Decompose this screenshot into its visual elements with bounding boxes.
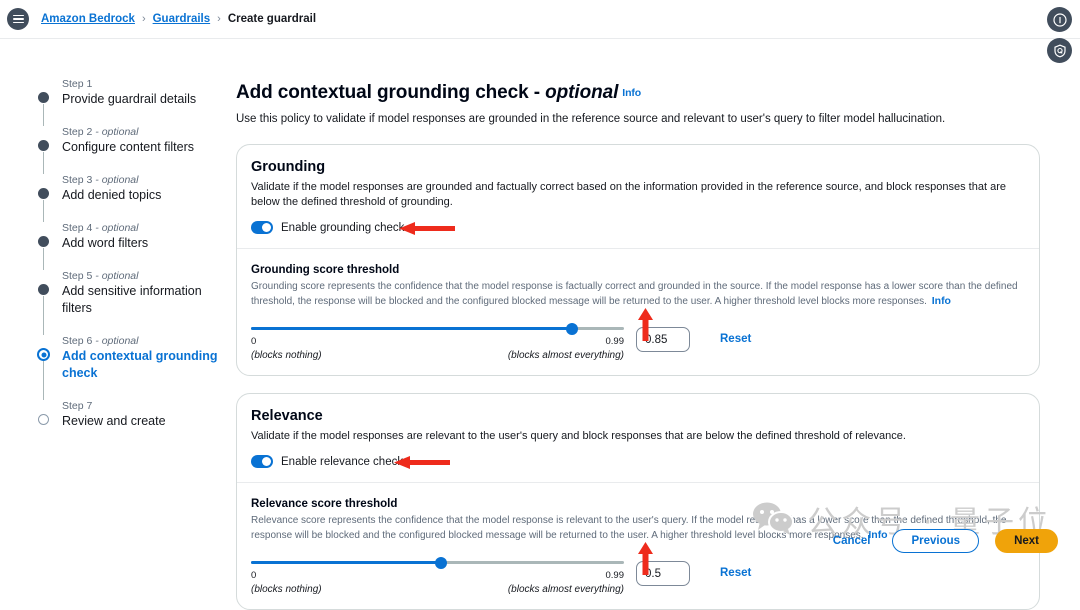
page-layout: Step 1 Provide guardrail details Step 2 … — [0, 39, 1080, 610]
step-dot-active-icon — [37, 348, 50, 361]
step-number: Step 4 - optional — [62, 222, 139, 234]
sidebar-step-2[interactable]: Step 2 - optional Configure content filt… — [38, 125, 232, 174]
grounding-slider-scale: 0 0.99 — [251, 336, 624, 347]
sidebar-step-label[interactable]: Add sensitive information filters — [62, 283, 232, 317]
shield-help-icon[interactable] — [1047, 38, 1072, 63]
breadcrumb-separator-icon: › — [217, 13, 221, 25]
breadcrumb-item-guardrails[interactable]: Guardrails — [153, 13, 211, 25]
sidebar-step-label[interactable]: Review and create — [62, 413, 232, 430]
relevance-card-header: Relevance Validate if the model response… — [237, 394, 1039, 482]
step-connector — [43, 152, 44, 174]
step-connector — [43, 200, 44, 222]
relevance-card: Relevance Validate if the model response… — [236, 393, 1040, 610]
grounding-slider-max: 0.99 — [605, 336, 625, 347]
grounding-threshold-info-link[interactable]: Info — [932, 295, 951, 307]
sidebar-step-label[interactable]: Add word filters — [62, 235, 232, 252]
sidebar-step-3[interactable]: Step 3 - optional Add denied topics — [38, 173, 232, 222]
sidebar-step-label[interactable]: Add denied topics — [62, 187, 232, 204]
step-dot-icon — [38, 140, 49, 151]
step-number: Step 5 - optional — [62, 270, 139, 282]
breadcrumb: Amazon Bedrock › Guardrails › Create gua… — [41, 13, 316, 25]
step-connector — [43, 104, 44, 126]
grounding-description: Validate if the model responses are grou… — [251, 181, 1006, 208]
step-dot-icon — [38, 236, 49, 247]
grounding-reset-link[interactable]: Reset — [720, 327, 751, 352]
relevance-description: Validate if the model responses are rele… — [251, 430, 906, 442]
step-dot-icon — [38, 284, 49, 295]
grounding-card: Grounding Validate if the model response… — [236, 144, 1040, 376]
relevance-slider-notes: (blocks nothing) (blocks almost everythi… — [251, 584, 624, 595]
page-title: Add contextual grounding check - optiona… — [236, 81, 1040, 105]
page-info-link[interactable]: Info — [622, 87, 641, 99]
grounding-slider-max-note: (blocks almost everything) — [507, 350, 624, 361]
sidebar-step-label[interactable]: Provide guardrail details — [62, 91, 232, 108]
sidebar-step-4[interactable]: Step 4 - optional Add word filters — [38, 221, 232, 270]
enable-relevance-check-label: Enable relevance check — [281, 455, 404, 468]
grounding-card-header: Grounding Validate if the model response… — [237, 145, 1039, 248]
step-dot-pending-icon — [38, 414, 49, 425]
sidebar-step-label[interactable]: Configure content filters — [62, 139, 232, 156]
wizard-footer-actions: Cancel Previous Next — [827, 529, 1058, 553]
relevance-slider[interactable]: 0 0.99 (blocks nothing) (blocks almost e… — [251, 556, 624, 595]
relevance-threshold-title: Relevance score threshold — [251, 498, 398, 510]
page-title-optional: optional — [545, 82, 619, 103]
relevance-title: Relevance — [251, 408, 323, 424]
grounding-slider-notes: (blocks nothing) (blocks almost everythi… — [251, 350, 624, 361]
cancel-button[interactable]: Cancel — [827, 534, 877, 548]
relevance-slider-block: 0 0.99 (blocks nothing) (blocks almost e… — [251, 556, 1025, 595]
step-dot-icon — [38, 188, 49, 199]
grounding-slider-block: 0 0.99 (blocks nothing) (blocks almost e… — [251, 322, 1025, 361]
step-connector — [43, 296, 44, 335]
grounding-title: Grounding — [251, 159, 326, 175]
grounding-threshold-section: Grounding score threshold Grounding scor… — [237, 249, 1039, 375]
relevance-slider-scale: 0 0.99 — [251, 570, 624, 581]
grounding-slider-fill — [251, 327, 572, 330]
step-dot-icon — [38, 92, 49, 103]
hamburger-menu-icon[interactable] — [7, 8, 29, 30]
enable-grounding-check-toggle[interactable] — [251, 221, 273, 234]
step-connector — [43, 248, 44, 270]
relevance-slider-min-note: (blocks nothing) — [251, 584, 322, 595]
relevance-slider-max: 0.99 — [605, 570, 625, 581]
previous-button[interactable]: Previous — [892, 529, 980, 553]
grounding-slider-min-note: (blocks nothing) — [251, 350, 322, 361]
sidebar-step-5[interactable]: Step 5 - optional Add sensitive informat… — [38, 269, 232, 335]
grounding-threshold-title: Grounding score threshold — [251, 264, 400, 276]
grounding-slider-thumb[interactable] — [565, 322, 578, 335]
grounding-slider-min: 0 — [251, 336, 257, 347]
breadcrumb-separator-icon: › — [141, 13, 146, 25]
info-circle-icon[interactable] — [1047, 7, 1072, 32]
grounding-threshold-input[interactable] — [636, 327, 690, 352]
enable-relevance-check-row[interactable]: Enable relevance check — [251, 455, 1025, 469]
top-navigation-bar: Amazon Bedrock › Guardrails › Create gua… — [0, 0, 1080, 39]
sidebar-step-7[interactable]: Step 7 Review and create — [38, 399, 232, 430]
step-number: Step 3 - optional — [62, 174, 139, 186]
wizard-steps-sidebar: Step 1 Provide guardrail details Step 2 … — [0, 39, 232, 563]
sidebar-step-6[interactable]: Step 6 - optional Add contextual groundi… — [37, 334, 232, 400]
breadcrumb-item-amazon-bedrock[interactable]: Amazon Bedrock — [41, 13, 135, 25]
step-number: Step 6 - optional — [62, 335, 139, 347]
step-connector — [43, 361, 44, 400]
step-number: Step 7 — [62, 400, 93, 412]
relevance-slider-min: 0 — [251, 570, 257, 581]
breadcrumb-item-create-guardrail: Create guardrail — [227, 13, 317, 25]
page-description: Use this policy to validate if model res… — [236, 113, 946, 125]
sidebar-step-label[interactable]: Add contextual grounding check — [62, 348, 232, 382]
relevance-threshold-input[interactable] — [636, 561, 690, 586]
step-number: Step 1 — [62, 78, 93, 90]
grounding-slider[interactable]: 0 0.99 (blocks nothing) (blocks almost e… — [251, 322, 624, 361]
relevance-reset-link[interactable]: Reset — [720, 561, 751, 586]
step-number: Step 2 - optional — [62, 126, 139, 138]
next-button[interactable]: Next — [995, 529, 1058, 553]
main-content: Add contextual grounding check - optiona… — [232, 39, 1080, 610]
enable-grounding-check-row[interactable]: Enable grounding check — [251, 221, 1025, 235]
enable-relevance-check-toggle[interactable] — [251, 455, 273, 468]
grounding-slider-track[interactable] — [251, 322, 624, 335]
page-title-text: Add contextual grounding check - — [236, 82, 546, 103]
relevance-slider-max-note: (blocks almost everything) — [507, 584, 624, 595]
enable-grounding-check-label: Enable grounding check — [281, 221, 405, 234]
annotation-arrow-grounding-toggle — [399, 222, 455, 235]
grounding-threshold-description: Grounding score represents the confidenc… — [251, 281, 1018, 307]
sidebar-step-1[interactable]: Step 1 Provide guardrail details — [38, 77, 232, 126]
